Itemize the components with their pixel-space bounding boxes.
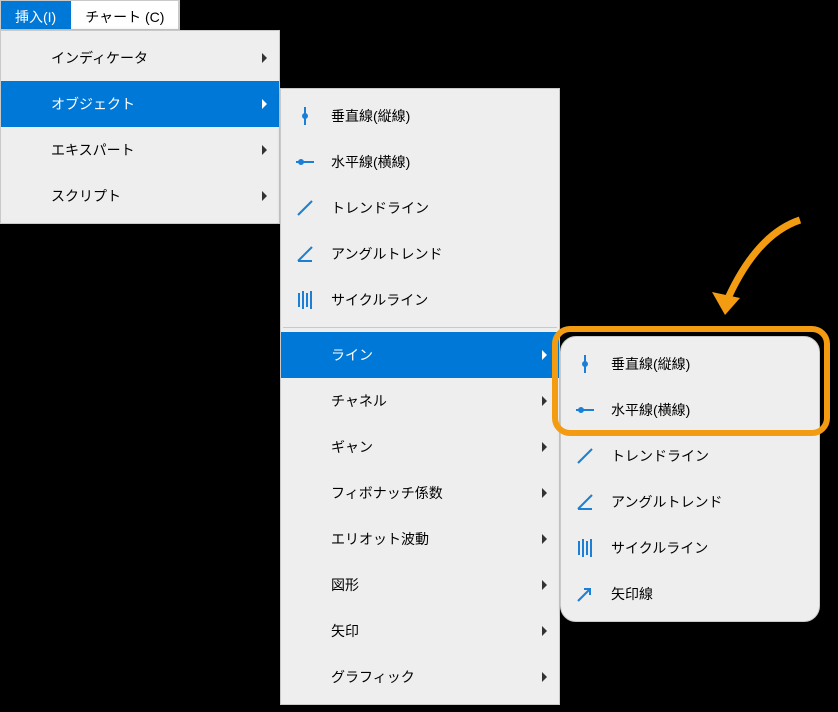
menu-item-label: 矢印 — [331, 621, 359, 641]
menu-item-label: トレンドライン — [611, 446, 709, 466]
menu3-trendline[interactable]: トレンドライン — [561, 433, 819, 479]
menu2-cycleline[interactable]: サイクルライン — [281, 277, 559, 323]
angle-trend-icon — [573, 491, 597, 513]
menu1-object[interactable]: オブジェクト — [1, 81, 279, 127]
pointer-arrow-icon — [700, 210, 820, 330]
horizontal-line-icon — [573, 399, 597, 421]
submenu-arrow-icon — [262, 191, 267, 201]
vertical-line-icon — [573, 353, 597, 375]
menu-item-label: フィボナッチ係数 — [331, 483, 443, 503]
menubar-chart[interactable]: チャート (C) — [71, 1, 179, 29]
menu-item-label: インディケータ — [51, 48, 148, 68]
submenu-arrow-icon — [262, 99, 267, 109]
submenu-arrow-icon — [542, 534, 547, 544]
menu-item-label: 垂直線(縦線) — [611, 354, 690, 374]
menu-item-label: チャネル — [331, 391, 387, 411]
submenu-arrow-icon — [542, 396, 547, 406]
line-submenu: 垂直線(縦線) 水平線(横線) トレンドライン アングルトレンド サイクルライン… — [560, 336, 820, 622]
menu2-line[interactable]: ライン — [281, 332, 559, 378]
menu-item-label: エリオット波動 — [331, 529, 429, 549]
menu-item-label: グラフィック — [331, 667, 415, 687]
trendline-icon — [573, 445, 597, 467]
menu1-indicator[interactable]: インディケータ — [1, 35, 279, 81]
menu3-angletrend[interactable]: アングルトレンド — [561, 479, 819, 525]
insert-menu: インディケータ オブジェクト エキスパート スクリプト — [0, 30, 280, 224]
menu2-shape[interactable]: 図形 — [281, 562, 559, 608]
menu-item-label: スクリプト — [51, 186, 121, 206]
menu-item-label: 図形 — [331, 575, 359, 595]
menu-item-label: 垂直線(縦線) — [331, 106, 410, 126]
cycle-line-icon — [293, 289, 317, 311]
menu2-vertical[interactable]: 垂直線(縦線) — [281, 93, 559, 139]
submenu-arrow-icon — [542, 672, 547, 682]
object-submenu: 垂直線(縦線) 水平線(横線) トレンドライン アングルトレンド サイクルライン… — [280, 88, 560, 705]
cycle-line-icon — [573, 537, 597, 559]
menu2-gann[interactable]: ギャン — [281, 424, 559, 470]
menu2-horizontal[interactable]: 水平線(横線) — [281, 139, 559, 185]
arrow-line-icon — [573, 583, 597, 605]
trendline-icon — [293, 197, 317, 219]
submenu-arrow-icon — [542, 488, 547, 498]
menu-item-label: サイクルライン — [611, 538, 708, 558]
menu-item-label: 矢印線 — [611, 584, 653, 604]
menu2-fibonacci[interactable]: フィボナッチ係数 — [281, 470, 559, 516]
menu-item-label: 水平線(横線) — [331, 152, 410, 172]
menubar-insert[interactable]: 挿入(I) — [1, 1, 71, 29]
menu-item-label: アングルトレンド — [611, 492, 722, 512]
submenu-arrow-icon — [262, 145, 267, 155]
menu3-horizontal[interactable]: 水平線(横線) — [561, 387, 819, 433]
menu2-channel[interactable]: チャネル — [281, 378, 559, 424]
submenu-arrow-icon — [542, 580, 547, 590]
menu-item-label: サイクルライン — [331, 290, 428, 310]
menu3-arrowline[interactable]: 矢印線 — [561, 571, 819, 617]
menu-item-label: エキスパート — [51, 140, 135, 160]
menu2-trendline[interactable]: トレンドライン — [281, 185, 559, 231]
menu3-cycleline[interactable]: サイクルライン — [561, 525, 819, 571]
horizontal-line-icon — [293, 151, 317, 173]
menu-item-label: 水平線(横線) — [611, 400, 690, 420]
submenu-arrow-icon — [542, 626, 547, 636]
menu2-angletrend[interactable]: アングルトレンド — [281, 231, 559, 277]
vertical-line-icon — [293, 105, 317, 127]
menu2-graphic[interactable]: グラフィック — [281, 654, 559, 700]
menu2-elliott[interactable]: エリオット波動 — [281, 516, 559, 562]
menu-item-label: トレンドライン — [331, 198, 429, 218]
angle-trend-icon — [293, 243, 317, 265]
submenu-arrow-icon — [542, 442, 547, 452]
menu-item-label: ギャン — [331, 437, 373, 457]
menu1-expert[interactable]: エキスパート — [1, 127, 279, 173]
menu-item-label: オブジェクト — [51, 94, 135, 114]
submenu-arrow-icon — [262, 53, 267, 63]
menu1-script[interactable]: スクリプト — [1, 173, 279, 219]
menu-item-label: ライン — [331, 345, 373, 365]
menu-divider — [283, 327, 557, 328]
submenu-arrow-icon — [542, 350, 547, 360]
menu3-vertical[interactable]: 垂直線(縦線) — [561, 341, 819, 387]
menubar: 挿入(I) チャート (C) — [0, 0, 180, 30]
menu-item-label: アングルトレンド — [331, 244, 442, 264]
menu2-arrow[interactable]: 矢印 — [281, 608, 559, 654]
